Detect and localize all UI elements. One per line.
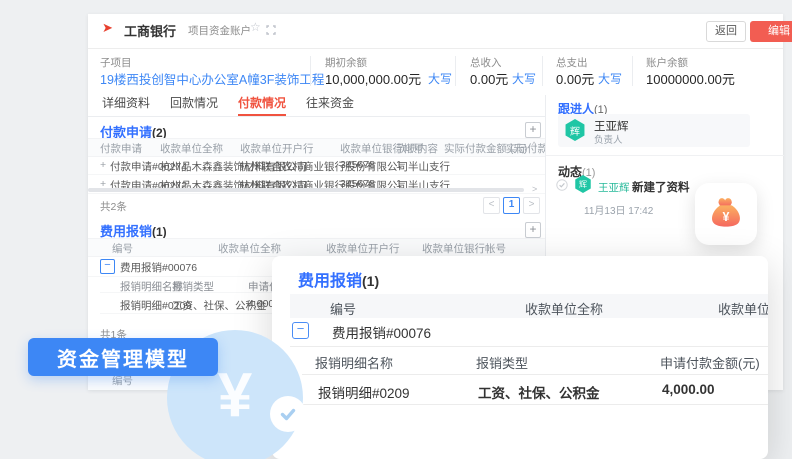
daxie-link[interactable]: 大写	[598, 70, 622, 87]
col-header: 收款单位银行帐号	[422, 241, 506, 256]
pager-page-1[interactable]: 1	[503, 197, 520, 214]
cell-content: 1	[396, 159, 402, 171]
col-header: 收款单位开户行	[240, 141, 314, 156]
field-value: 10,000,000.00元	[325, 69, 421, 88]
page: ➤ 工商银行 项目资金账户 ☆ 返回 编辑 子项目 19楼西投创智中心办公室A幢…	[0, 0, 792, 459]
divider	[302, 404, 768, 405]
expense-detail-link[interactable]: 报销明细#0209	[318, 382, 410, 402]
tab-funds[interactable]: 往来资金	[306, 94, 354, 116]
yuan-glyph: ¥	[723, 210, 730, 224]
col-header: 编号	[112, 241, 133, 256]
cell-account: 345678	[340, 159, 375, 171]
horizontal-scrollbar[interactable]	[88, 188, 524, 192]
cell-expense-amount: 4,000.00	[662, 382, 715, 397]
account-subtitle: 项目资金账户	[188, 23, 251, 38]
subcol-header: 申请付款金额(元)	[660, 353, 760, 372]
expense-row-link[interactable]: 费用报销#00076	[120, 260, 197, 275]
col-header: 收款单位全称	[218, 241, 281, 256]
tab-detail[interactable]: 详细资料	[102, 94, 150, 116]
col-header: 收款单位全称	[525, 299, 603, 318]
col-header: 款项内容	[396, 141, 438, 156]
follower-card[interactable]	[558, 114, 750, 147]
col-header: 收款单位全称	[160, 141, 223, 156]
overlay-title: 费用报销(1)	[298, 267, 379, 291]
col-header: 收款单位开户行	[326, 241, 400, 256]
subcol-header: 报销类型	[476, 353, 528, 372]
divider	[455, 56, 456, 86]
field-value: 0.00元	[470, 69, 508, 88]
back-button[interactable]: 返回	[706, 21, 746, 42]
field-value: 10000000.00元	[646, 69, 735, 88]
field-label: 期初余额	[325, 55, 367, 70]
payment-total: 共2条	[100, 199, 127, 214]
divider	[302, 374, 768, 375]
magnified-expense-panel: 费用报销(1) 编号 收款单位全称 收款单位开户行 − 费用报销#00076 报…	[272, 256, 768, 459]
divider	[546, 155, 784, 156]
subproject-link[interactable]: 19楼西投创智中心办公室A幢3F装饰工程	[100, 69, 324, 88]
tab-bar: 详细资料 回款情况 付款情况 往来资金	[88, 94, 545, 117]
field-value: 0.00元	[556, 69, 594, 88]
activity-action: 新建了资料	[632, 179, 690, 195]
subcol-header: 报销明细名称	[315, 353, 393, 372]
yuan-glyph: ¥	[218, 360, 252, 431]
activity-check-icon	[556, 178, 568, 196]
scroll-right-icon[interactable]: >	[532, 184, 537, 194]
brand-arrow-icon: ➤	[102, 20, 113, 36]
pager-prev[interactable]: <	[483, 197, 500, 214]
divider	[290, 346, 768, 347]
row-expander[interactable]: +	[100, 159, 106, 171]
brand-title: 工商银行	[124, 21, 176, 40]
row-collapse-button[interactable]: −	[100, 259, 115, 274]
daxie-link[interactable]: 大写	[512, 70, 536, 87]
field-label: 账户余额	[646, 55, 688, 70]
follower-role: 负责人	[594, 132, 623, 146]
star-icon[interactable]: ☆	[250, 20, 261, 34]
fullscreen-icon[interactable]	[266, 22, 276, 40]
cell-expense-type: 工资、社保、公积金	[478, 382, 600, 402]
divider	[310, 56, 311, 86]
expense-row-link[interactable]: 费用报销#00076	[332, 322, 431, 342]
activity-actor: 王亚辉	[598, 180, 630, 195]
check-badge-icon	[270, 396, 306, 432]
money-bag-card: ¥	[695, 183, 757, 245]
scroll-up-icon[interactable]: ^	[532, 140, 536, 150]
tab-receipts[interactable]: 回款情况	[170, 94, 218, 116]
divider	[632, 56, 633, 86]
activity-time: 11月13日 17:42	[584, 202, 653, 217]
field-label: 总收入	[470, 55, 502, 70]
field-label: 总支出	[556, 55, 588, 70]
add-expense-button[interactable]: +	[525, 222, 541, 238]
col-header: 收款单位开户行	[718, 299, 768, 318]
col-header: 编号	[330, 299, 356, 318]
tab-payments[interactable]: 付款情况	[238, 94, 286, 116]
field-label: 子项目	[100, 55, 132, 70]
module-badge-label: 资金管理模型	[57, 343, 189, 372]
row-collapse-button[interactable]: −	[292, 322, 309, 339]
add-payment-button[interactable]: +	[525, 122, 541, 138]
pager-next[interactable]: >	[523, 197, 540, 214]
divider	[542, 56, 543, 86]
col-header: 实际付款日期	[506, 141, 545, 156]
money-bag-icon: ¥	[706, 192, 746, 237]
module-badge: 资金管理模型	[28, 338, 218, 376]
daxie-link[interactable]: 大写	[428, 70, 452, 87]
col-header: 付款申请	[100, 141, 142, 156]
edit-button[interactable]: 编辑	[750, 21, 792, 42]
